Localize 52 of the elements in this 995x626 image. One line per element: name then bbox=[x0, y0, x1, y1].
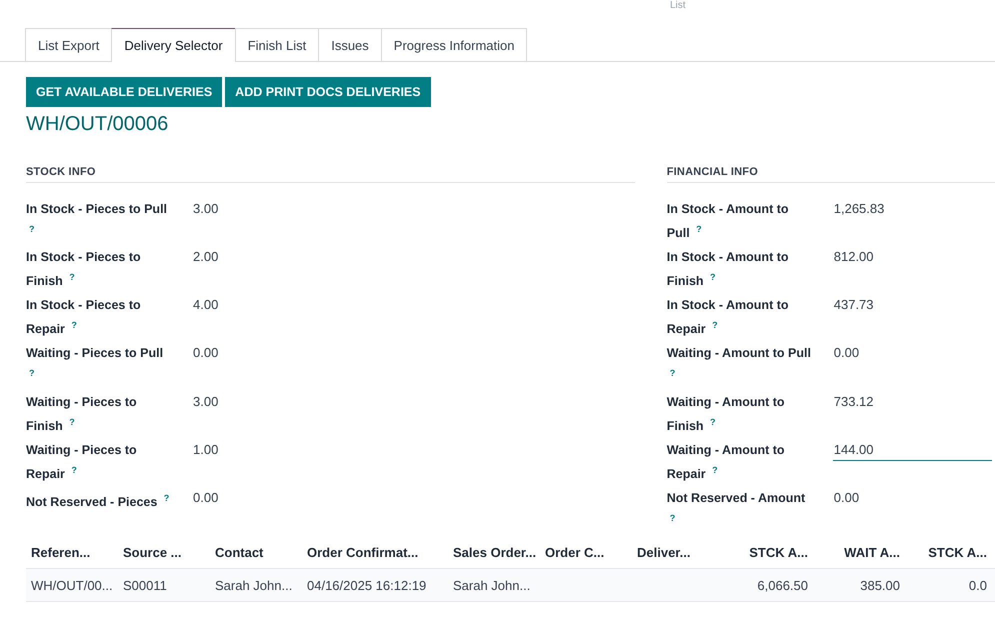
field-label: Waiting - Pieces to Repair $^{?}$ bbox=[26, 442, 138, 483]
tab[interactable]: Progress Information bbox=[380, 28, 528, 61]
field-label: Waiting - Amount to Finish $^{?}$ bbox=[666, 394, 786, 435]
tab[interactable]: Delivery Selector bbox=[111, 28, 236, 62]
tab[interactable]: List Export bbox=[25, 28, 112, 61]
field-value: 3.00 bbox=[192, 392, 218, 411]
table-cell-text: Sarah John... bbox=[214, 578, 294, 592]
field-value: 0.00 bbox=[832, 344, 860, 362]
field-value: 1.00 bbox=[192, 440, 218, 459]
field-value: 0.00 bbox=[192, 344, 218, 362]
table-cell-text: S00011 bbox=[122, 578, 168, 592]
field-label: Waiting - Amount to Repair $^{?}$ bbox=[666, 442, 786, 483]
action-button[interactable]: ADD PRINT DOCS DELIVERIES bbox=[225, 77, 431, 107]
column-header[interactable]: Deliver... bbox=[632, 544, 724, 560]
field-value: 733.12 bbox=[832, 392, 874, 411]
record-title: WH/OUT/00006 bbox=[26, 112, 170, 136]
column-header[interactable]: STCK A... bbox=[908, 544, 995, 560]
section-heading: FINANCIAL INFO bbox=[666, 166, 995, 183]
column-header[interactable]: WAIT A... bbox=[816, 544, 908, 560]
field-label: In Stock - Amount to Pull $^{?}$ bbox=[666, 201, 790, 242]
table-cell-text: WH/OUT/00... bbox=[30, 578, 114, 592]
field-value: 437.73 bbox=[832, 296, 874, 314]
table-cell-text: 6,066.50 bbox=[756, 578, 809, 592]
field-label: In Stock - Amount to Repair $^{?}$ bbox=[666, 297, 790, 338]
field-value: 1,265.83 bbox=[832, 200, 884, 218]
table-cell-text: 385.00 bbox=[859, 578, 901, 592]
column-header[interactable]: Contact bbox=[210, 544, 302, 560]
field-label: In Stock - Pieces to Finish $^{?}$ bbox=[26, 249, 142, 290]
field-label: In Stock - Pieces to Repair $^{?}$ bbox=[26, 297, 142, 338]
field-value: 0.00 bbox=[192, 488, 218, 507]
field-label: Not Reserved - Pieces $^{?}$ bbox=[26, 492, 170, 511]
column-header[interactable]: Referen... bbox=[26, 544, 118, 560]
field-value: 3.00 bbox=[192, 200, 218, 218]
field-value: 2.00 bbox=[192, 248, 218, 266]
field-value: 4.00 bbox=[192, 296, 218, 314]
list-label: List bbox=[670, 0, 686, 12]
section-heading: STOCK INFO bbox=[26, 166, 635, 183]
column-header[interactable]: Sales Order... bbox=[448, 544, 540, 560]
table-cell-text: 0.0 bbox=[968, 578, 988, 592]
column-header[interactable]: Order Confirmat... bbox=[302, 544, 448, 560]
table-row[interactable]: WH/OUT/00... S00011 Sarah John... 04/16/2025 16:12:19 Sarah John... 6,066.50 385.00 0.0 bbox=[26, 569, 995, 602]
column-header[interactable]: Source ... bbox=[118, 544, 210, 560]
table-cell-text: 04/16/2025 16:12:19 bbox=[306, 578, 428, 592]
action-button[interactable]: GET AVAILABLE DELIVERIES bbox=[26, 77, 222, 107]
field-value: 0.00 bbox=[832, 488, 860, 507]
table-cell-text: Sarah John... bbox=[452, 578, 532, 592]
column-header[interactable]: Order C... bbox=[540, 544, 632, 560]
input-field[interactable]: 144.00 bbox=[832, 440, 992, 461]
column-header[interactable]: STCK A... bbox=[724, 544, 816, 560]
field-label: Waiting - Pieces to Finish $^{?}$ bbox=[26, 394, 138, 435]
field-label: In Stock - Amount to Finish $^{?}$ bbox=[666, 249, 790, 290]
field-value: 812.00 bbox=[832, 248, 874, 266]
